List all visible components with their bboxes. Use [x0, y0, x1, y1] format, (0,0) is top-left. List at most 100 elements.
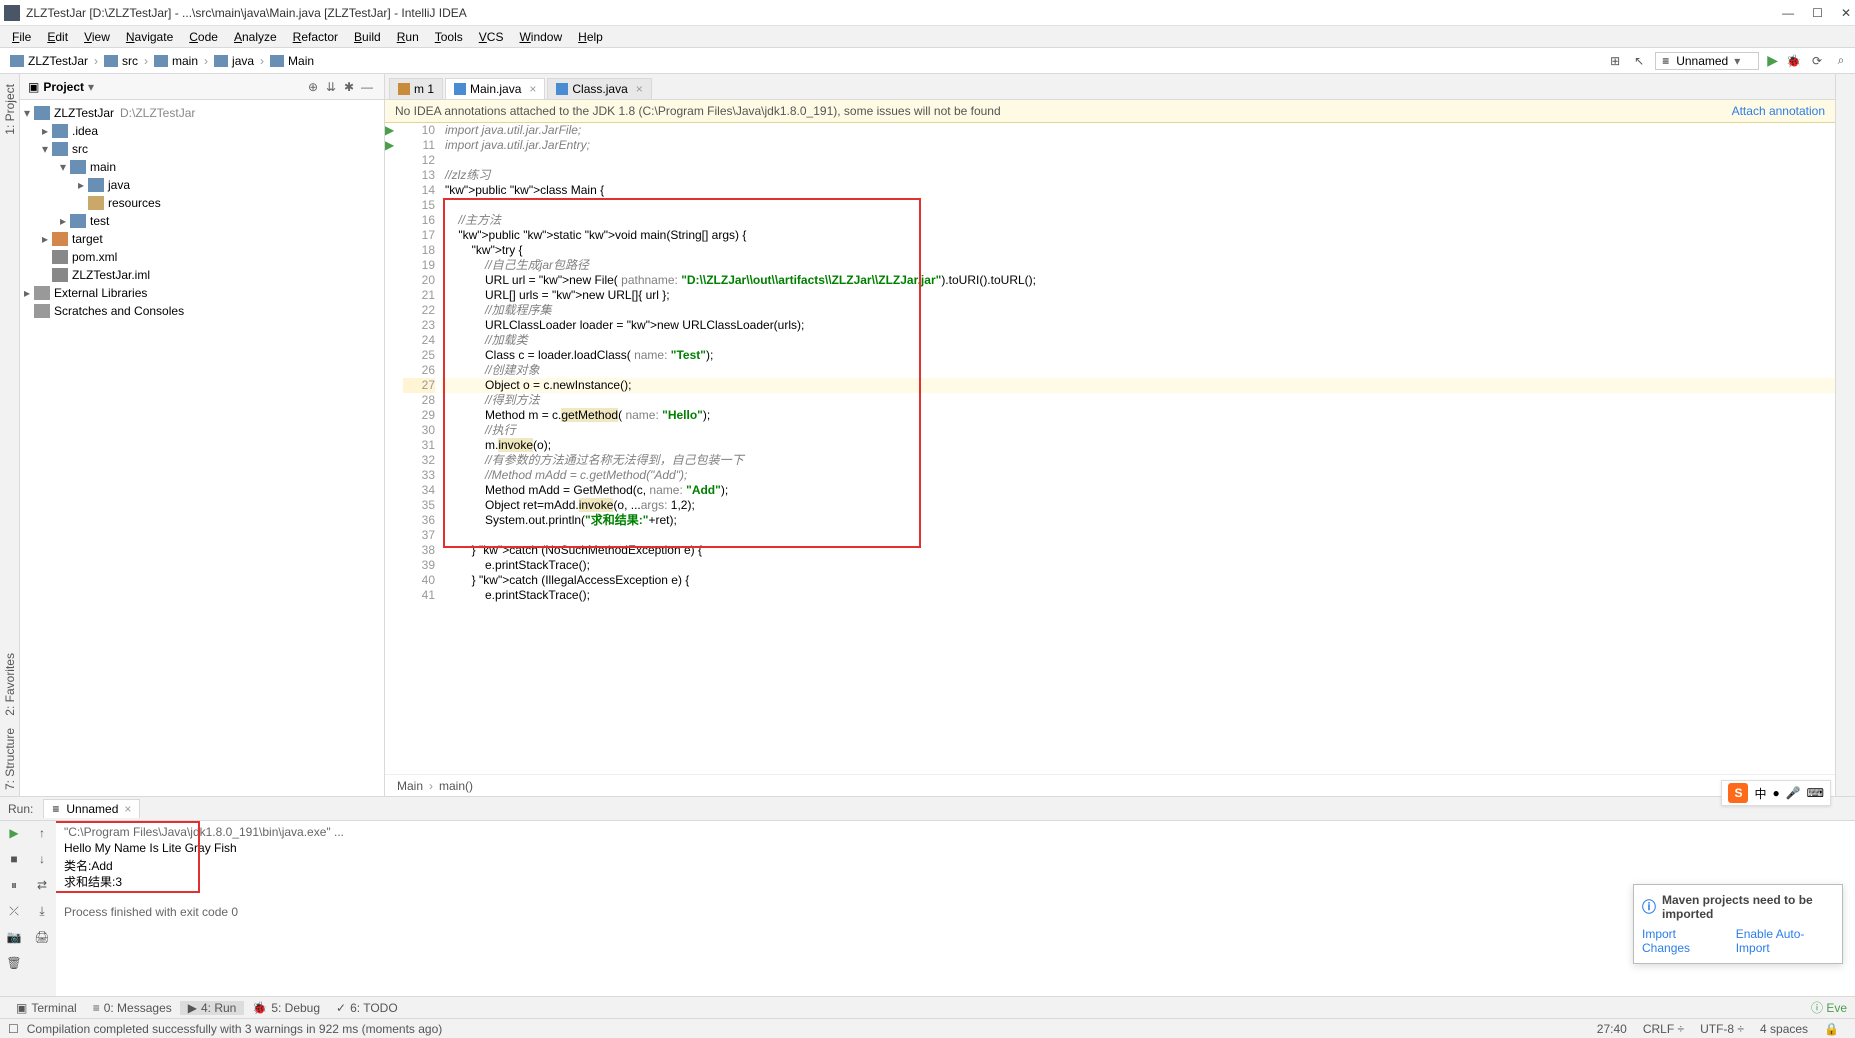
enable-auto-import-link[interactable]: Enable Auto-Import [1736, 927, 1834, 955]
editor-tab-1[interactable]: m 1 [389, 78, 443, 99]
ime-toolbar[interactable]: S 中 ● 🎤 ⌨ [1721, 780, 1831, 806]
hide-icon[interactable]: — [358, 80, 376, 94]
bottom-tab-5-debug[interactable]: 🐞5: Debug [244, 1001, 328, 1015]
tree-node-test[interactable]: ▸test [20, 212, 384, 230]
menu-navigate[interactable]: Navigate [118, 30, 181, 44]
status-bar: ☐ Compilation completed successfully wit… [0, 1018, 1855, 1038]
menu-code[interactable]: Code [181, 30, 226, 44]
search-everywhere-icon[interactable]: ⌕ [1833, 53, 1849, 69]
tree-node-zlztestjar-iml[interactable]: ZLZTestJar.iml [20, 266, 384, 284]
breadcrumb-main[interactable]: Main [266, 54, 318, 68]
ime-mic-icon[interactable]: 🎤 [1786, 786, 1801, 800]
breadcrumb-zlztestjar[interactable]: ZLZTestJar [6, 54, 92, 68]
close-tab-icon[interactable]: × [529, 82, 536, 96]
bottom-tab-terminal[interactable]: ▣Terminal [8, 1001, 85, 1015]
run-panel-header: Run: ≡ Unnamed × [0, 797, 1855, 821]
breadcrumb-src[interactable]: src [100, 54, 142, 68]
collapse-all-icon[interactable]: ⇊ [322, 80, 340, 94]
project-tool-tab[interactable]: 1: Project [1, 78, 19, 141]
pause-icon[interactable]: ⏸ [6, 877, 22, 893]
indent-setting[interactable]: 4 spaces [1752, 1022, 1816, 1036]
lock-icon[interactable]: 🔒 [1816, 1022, 1847, 1036]
breadcrumb-java[interactable]: java [210, 54, 258, 68]
scroll-icon[interactable]: ⤓ [34, 903, 50, 919]
tree-node-target[interactable]: ▸target [20, 230, 384, 248]
import-changes-link[interactable]: Import Changes [1642, 927, 1724, 955]
console-line: 求和结果:3 [64, 873, 1847, 889]
console-line: Process finished with exit code 0 [64, 905, 1847, 921]
nav-back-icon[interactable]: ↖ [1631, 53, 1647, 69]
crumb-class[interactable]: Main [397, 779, 423, 793]
line-separator[interactable]: CRLF ÷ [1635, 1022, 1692, 1036]
stop-icon[interactable]: ■ [6, 851, 22, 867]
tree-node-zlztestjar[interactable]: ▾ZLZTestJarD:\ZLZTestJar [20, 104, 384, 122]
status-icon[interactable]: ☐ [8, 1022, 19, 1036]
code-editor[interactable]: ▶▶ 1011121314151617181920212223242526272… [385, 123, 1835, 774]
tree-node-resources[interactable]: resources [20, 194, 384, 212]
exit-icon[interactable]: ⤫ [6, 903, 22, 919]
rerun-icon[interactable]: ▶ [6, 825, 22, 841]
event-log-tab[interactable]: ⓘ Eve [1811, 999, 1847, 1016]
dump-icon[interactable]: 📷 [6, 929, 22, 945]
maven-import-popup: ⓘ Maven projects need to be imported Imp… [1633, 884, 1843, 964]
run-button[interactable]: ▶ [1767, 52, 1778, 69]
scroll-to-source-icon[interactable]: ⊕ [304, 80, 322, 94]
menu-vcs[interactable]: VCS [471, 30, 512, 44]
tree-node-scratches-and-consoles[interactable]: Scratches and Consoles [20, 302, 384, 320]
status-message: Compilation completed successfully with … [19, 1022, 451, 1036]
menu-file[interactable]: File [4, 30, 39, 44]
editor-area: m 1Main.java×Class.java× No IDEA annotat… [385, 74, 1835, 796]
delete-icon[interactable]: 🗑 [6, 955, 22, 971]
run-config-tab[interactable]: ≡ Unnamed × [43, 799, 140, 818]
bottom-tab-0-messages[interactable]: ≡0: Messages [85, 1001, 180, 1015]
menu-analyze[interactable]: Analyze [226, 30, 285, 44]
print-icon[interactable]: 🖨 [34, 929, 50, 945]
breadcrumb-main[interactable]: main [150, 54, 202, 68]
project-view-label[interactable]: Project [43, 80, 84, 94]
menu-run[interactable]: Run [389, 30, 427, 44]
minimize-button[interactable]: — [1782, 6, 1794, 20]
close-button[interactable]: ✕ [1841, 6, 1851, 20]
menu-refactor[interactable]: Refactor [285, 30, 346, 44]
menu-edit[interactable]: Edit [39, 30, 76, 44]
maximize-button[interactable]: ☐ [1812, 6, 1823, 20]
ime-punct[interactable]: ● [1772, 786, 1779, 800]
cursor-position[interactable]: 27:40 [1589, 1022, 1635, 1036]
coverage-button[interactable]: ⟳ [1809, 53, 1825, 69]
menu-help[interactable]: Help [570, 30, 611, 44]
ime-keyboard-icon[interactable]: ⌨ [1807, 786, 1824, 800]
up-icon[interactable]: ↑ [34, 825, 50, 841]
menu-window[interactable]: Window [511, 30, 570, 44]
ime-lang[interactable]: 中 [1754, 785, 1766, 802]
close-tab-icon[interactable]: × [636, 82, 643, 96]
favorites-tool-tab[interactable]: 2: Favorites [1, 647, 19, 722]
chevron-down-icon[interactable]: ▾ [88, 80, 94, 94]
editor-tab-main-java[interactable]: Main.java× [445, 78, 545, 99]
tree-node-pom-xml[interactable]: pom.xml [20, 248, 384, 266]
info-icon: ⓘ [1642, 897, 1656, 917]
tree-node-src[interactable]: ▾src [20, 140, 384, 158]
crumb-method[interactable]: main() [439, 779, 473, 793]
wrap-icon[interactable]: ⇄ [34, 877, 50, 893]
menu-view[interactable]: View [76, 30, 118, 44]
build-icon[interactable]: ⊞ [1607, 53, 1623, 69]
bottom-tab-6-todo[interactable]: ✓6: TODO [328, 1001, 406, 1015]
console-line: 类名:Add [64, 857, 1847, 873]
gear-icon[interactable]: ✱ [340, 80, 358, 94]
attach-annotation-link[interactable]: Attach annotation [1732, 104, 1825, 118]
code-body[interactable]: import java.util.jar.JarFile;import java… [441, 123, 1835, 774]
encoding[interactable]: UTF-8 ÷ [1692, 1022, 1752, 1036]
editor-tab-class-java[interactable]: Class.java× [547, 78, 651, 99]
menu-tools[interactable]: Tools [427, 30, 471, 44]
down-icon[interactable]: ↓ [34, 851, 50, 867]
tree-node--idea[interactable]: ▸.idea [20, 122, 384, 140]
structure-tool-tab[interactable]: 7: Structure [1, 722, 19, 796]
debug-button[interactable]: 🐞 [1786, 54, 1801, 68]
tree-node-main[interactable]: ▾main [20, 158, 384, 176]
tree-node-java[interactable]: ▸java [20, 176, 384, 194]
menu-build[interactable]: Build [346, 30, 389, 44]
bottom-tab-4-run[interactable]: ▶4: Run [180, 1001, 245, 1015]
console-output[interactable]: "C:\Program Files\Java\jdk1.8.0_191\bin\… [56, 821, 1855, 996]
run-config-selector[interactable]: ≡ Unnamed ▾ [1655, 52, 1759, 70]
tree-node-external-libraries[interactable]: ▸External Libraries [20, 284, 384, 302]
